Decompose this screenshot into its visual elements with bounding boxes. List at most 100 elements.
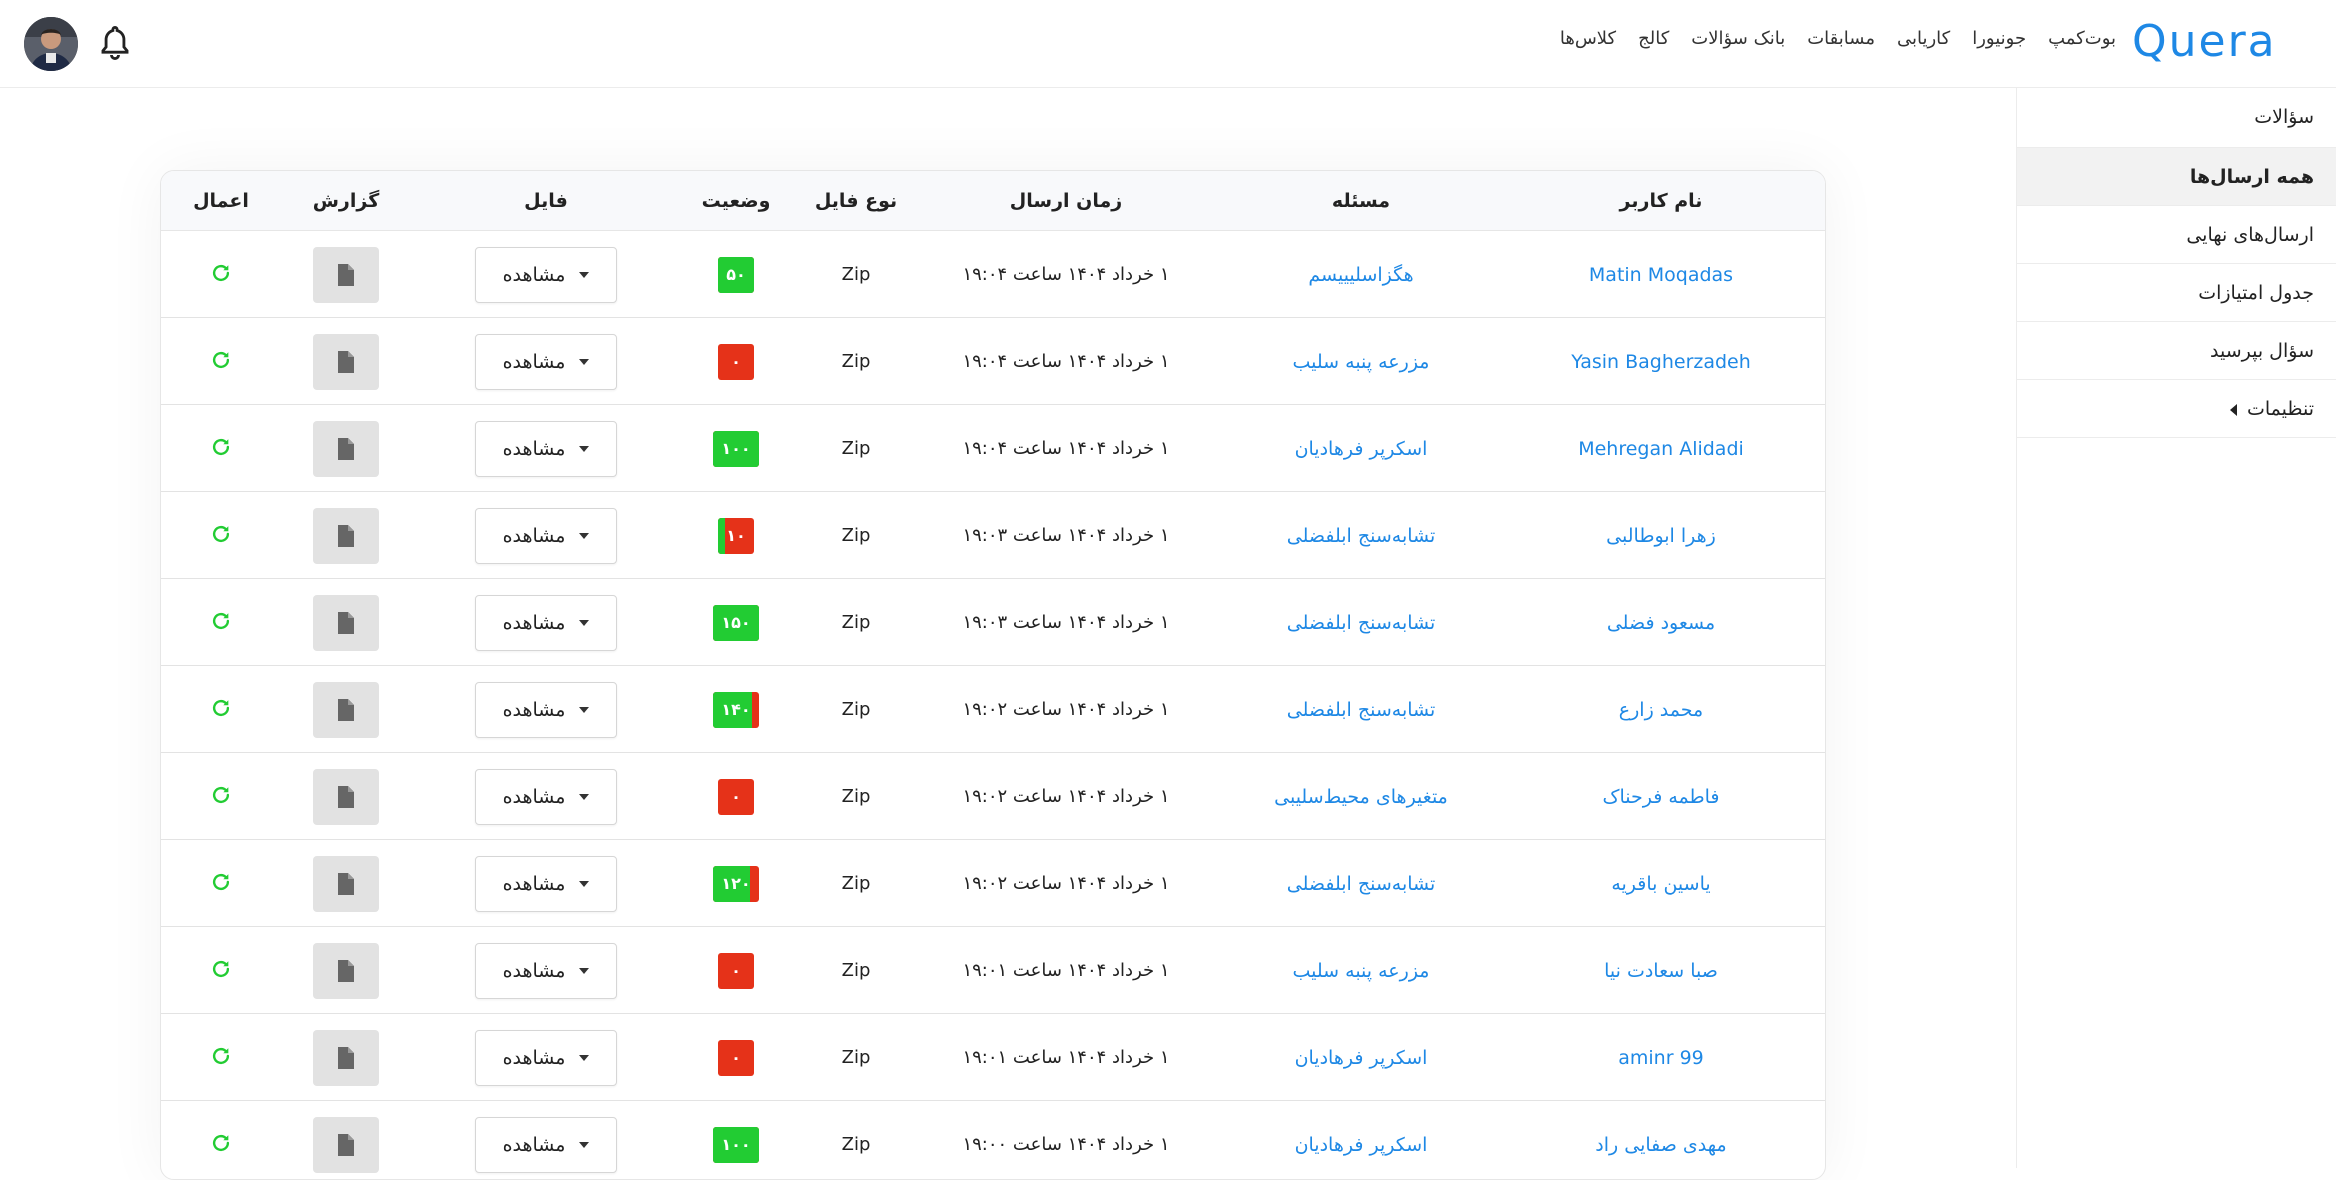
rejudge-icon[interactable]	[210, 610, 232, 636]
header-problem[interactable]: مسئله	[1211, 171, 1511, 231]
header-user[interactable]: نام کاربر	[1511, 171, 1811, 231]
user-link[interactable]: Mehregan Alidadi	[1578, 438, 1744, 460]
status-badge[interactable]: ۱۲۰	[713, 865, 759, 902]
view-file-dropdown[interactable]: مشاهده	[475, 855, 617, 912]
user-link[interactable]: aminr 99	[1618, 1047, 1704, 1069]
nav-link[interactable]: کاریابی	[1897, 28, 1950, 56]
report-button[interactable]	[313, 594, 379, 651]
file-type: Zip	[841, 1134, 871, 1155]
report-button[interactable]	[313, 1029, 379, 1086]
nav-link[interactable]: بوت‌کمپ	[2048, 28, 2116, 56]
rejudge-icon[interactable]	[210, 697, 232, 723]
nav-link[interactable]: بانک سؤالات	[1691, 28, 1785, 56]
view-file-dropdown[interactable]: مشاهده	[475, 681, 617, 738]
user-avatar[interactable]	[24, 17, 78, 71]
quera-logo[interactable]: Quera	[2132, 18, 2322, 64]
rejudge-icon[interactable]	[210, 871, 232, 897]
view-file-dropdown[interactable]: مشاهده	[475, 1116, 617, 1173]
user-link[interactable]: Yasin Bagherzadeh	[1571, 351, 1751, 373]
view-file-dropdown[interactable]: مشاهده	[475, 333, 617, 390]
user-link[interactable]: یاسین باقریه	[1611, 873, 1710, 895]
problem-link[interactable]: هگزاسلیییسم	[1308, 264, 1413, 286]
user-link[interactable]: صبا سعادت نیا	[1604, 960, 1718, 982]
user-link[interactable]: زهرا ابوطالبی	[1606, 525, 1716, 547]
sidebar-item[interactable]: سؤالات	[2017, 88, 2336, 148]
cell-user: aminr 99	[1511, 1014, 1811, 1101]
problem-link[interactable]: اسکرپر فرهادیان	[1295, 1047, 1428, 1069]
report-button[interactable]	[313, 333, 379, 390]
user-link[interactable]: مسعود فضلی	[1607, 612, 1715, 634]
problem-link[interactable]: متغیرهای محیط‌سلیبی	[1274, 786, 1448, 808]
status-badge[interactable]: ۱۰	[718, 517, 754, 554]
problem-link[interactable]: تشابه‌سنج ابلفضلی	[1287, 873, 1436, 895]
rejudge-icon[interactable]	[210, 784, 232, 810]
view-label: مشاهده	[502, 785, 566, 808]
report-button[interactable]	[313, 855, 379, 912]
file-type: Zip	[841, 438, 871, 459]
view-file-dropdown[interactable]: مشاهده	[475, 420, 617, 477]
cell-report	[281, 666, 411, 753]
report-button[interactable]	[313, 942, 379, 999]
rejudge-icon[interactable]	[210, 1045, 232, 1071]
file-icon	[338, 350, 354, 373]
status-badge[interactable]: ۱۴۰	[713, 691, 759, 728]
chevron-down-icon	[579, 880, 590, 887]
problem-link[interactable]: تشابه‌سنج ابلفضلی	[1287, 525, 1436, 547]
header-time[interactable]: زمان ارسال	[921, 171, 1211, 231]
report-button[interactable]	[313, 681, 379, 738]
view-file-dropdown[interactable]: مشاهده	[475, 246, 617, 303]
nav-link[interactable]: کلاس‌ها	[1560, 28, 1616, 56]
report-button[interactable]	[313, 507, 379, 564]
view-file-dropdown[interactable]: مشاهده	[475, 594, 617, 651]
file-type: Zip	[841, 612, 871, 633]
sidebar-item[interactable]: همه ارسال‌ها	[2017, 148, 2336, 206]
status-badge[interactable]: ۱۵۰	[713, 604, 759, 641]
status-badge[interactable]: ۰	[718, 778, 754, 815]
rejudge-icon[interactable]	[210, 436, 232, 462]
cell-user: Yasin Bagherzadeh	[1511, 318, 1811, 405]
status-badge[interactable]: ۱۰۰	[713, 430, 759, 467]
rejudge-icon[interactable]	[210, 1132, 232, 1158]
rejudge-icon[interactable]	[210, 349, 232, 375]
problem-link[interactable]: تشابه‌سنج ابلفضلی	[1287, 612, 1436, 634]
view-file-dropdown[interactable]: مشاهده	[475, 507, 617, 564]
problem-link[interactable]: مزرعه پنبه سلیب	[1293, 960, 1430, 982]
sidebar-item[interactable]: جدول امتیازات	[2017, 264, 2336, 322]
sidebar-item[interactable]: تنظیمات	[2017, 380, 2336, 438]
report-button[interactable]	[313, 1116, 379, 1173]
view-file-dropdown[interactable]: مشاهده	[475, 768, 617, 825]
cell-file-type: Zip	[791, 579, 921, 666]
problem-link[interactable]: تشابه‌سنج ابلفضلی	[1287, 699, 1436, 721]
top-navbar: Quera کلاس‌ها کالج بانک سؤالات مسابقات کاریا…	[0, 0, 2336, 88]
cell-file: مشاهده	[411, 840, 681, 927]
problem-link[interactable]: اسکرپر فرهادیان	[1295, 438, 1428, 460]
report-button[interactable]	[313, 768, 379, 825]
report-button[interactable]	[313, 420, 379, 477]
status-badge[interactable]: ۰	[718, 343, 754, 380]
user-link[interactable]: Matin Moqadas	[1589, 264, 1733, 286]
status-badge[interactable]: ۰	[718, 1039, 754, 1076]
rejudge-icon[interactable]	[210, 262, 232, 288]
user-link[interactable]: مهدی صفایی راد	[1595, 1134, 1726, 1156]
view-file-dropdown[interactable]: مشاهده	[475, 1029, 617, 1086]
nav-link[interactable]: مسابقات	[1807, 28, 1875, 56]
bell-icon[interactable]	[98, 24, 132, 62]
view-file-dropdown[interactable]: مشاهده	[475, 942, 617, 999]
problem-link[interactable]: اسکرپر فرهادیان	[1295, 1134, 1428, 1156]
status-badge[interactable]: ۱۰۰	[713, 1126, 759, 1163]
rejudge-icon[interactable]	[210, 958, 232, 984]
user-link[interactable]: محمد زارع	[1619, 699, 1703, 721]
cell-status: ۱۰۰	[681, 1101, 791, 1179]
status-badge[interactable]: ۰	[718, 952, 754, 989]
nav-link[interactable]: جونیورا	[1972, 28, 2026, 56]
user-link[interactable]: فاطمه فرحناک	[1602, 786, 1719, 808]
nav-link[interactable]: کالج	[1638, 28, 1669, 56]
status-badge[interactable]: ۵۰	[718, 256, 754, 293]
rejudge-icon[interactable]	[210, 523, 232, 549]
sidebar-item[interactable]: ارسال‌های نهایی	[2017, 206, 2336, 264]
report-button[interactable]	[313, 246, 379, 303]
sidebar-item-label: جدول امتیازات	[2198, 282, 2314, 304]
problem-link[interactable]: مزرعه پنبه سلیب	[1293, 351, 1430, 373]
sidebar-item[interactable]: سؤال بپرسید	[2017, 322, 2336, 380]
cell-actions	[161, 927, 281, 1014]
